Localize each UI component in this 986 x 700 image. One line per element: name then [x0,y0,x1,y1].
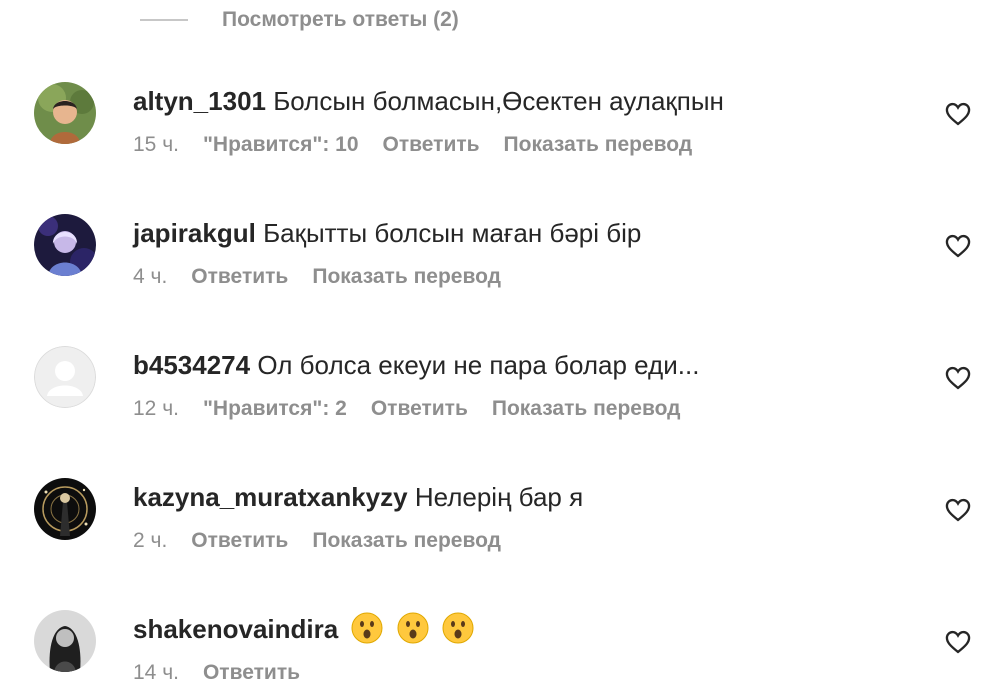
comment-text: Болсын болмасын,Өсектен аулақпын [273,86,724,116]
avatar[interactable] [34,82,96,144]
comment-username[interactable]: shakenovaindira [133,614,338,644]
surprised-face-emoji [442,612,474,644]
comment-likes-count[interactable]: "Нравится": 10 [203,132,359,158]
comments-thread: Посмотреть ответы (2) altyn_1301 Болсын … [0,0,986,700]
comment-meta: 4 ч. Ответить Показать перевод [133,264,906,290]
comment-item: b4534274 Ол болса екеуи не пара болар ед… [0,346,986,456]
surprised-face-emoji [351,612,383,644]
reply-button[interactable]: Ответить [371,396,468,422]
view-replies-button[interactable]: Посмотреть ответы (2) [140,6,459,34]
avatar[interactable] [34,610,96,672]
heart-outline-icon[interactable] [944,496,972,524]
comment-text-line: japirakgul Бақытты болсын маған бәрі бір [133,216,906,250]
comment-meta: 14 ч. Ответить [133,660,906,686]
comment-time[interactable]: 2 ч. [133,528,167,554]
heart-outline-icon[interactable] [944,100,972,128]
avatar[interactable] [34,478,96,540]
comment-username[interactable]: b4534274 [133,350,250,380]
comment-time[interactable]: 4 ч. [133,264,167,290]
comment-time[interactable]: 14 ч. [133,660,179,686]
comment-meta: 12 ч. "Нравится": 2 Ответить Показать пе… [133,396,906,422]
comment-username[interactable]: altyn_1301 [133,86,266,116]
comment-body: altyn_1301 Болсын болмасын,Өсектен аулақ… [133,84,906,158]
comment-text: Нелерің бар я [414,482,584,512]
replies-divider-line [140,19,188,21]
show-translation-button[interactable]: Показать перевод [312,264,501,290]
comment-meta: 15 ч. "Нравится": 10 Ответить Показать п… [133,132,906,158]
comment-body: kazyna_muratxankyzy Нелерің бар я 2 ч. О… [133,480,906,554]
show-translation-button[interactable]: Показать перевод [312,528,501,554]
comment-text: Ол болса екеуи не пара болар еди... [257,350,700,380]
comment-item: altyn_1301 Болсын болмасын,Өсектен аулақ… [0,82,986,192]
avatar[interactable] [34,346,96,408]
reply-button[interactable]: Ответить [191,264,288,290]
comment-text-line: b4534274 Ол болса екеуи не пара болар ед… [133,348,906,382]
reply-button[interactable]: Ответить [203,660,300,686]
view-replies-label: Посмотреть ответы (2) [222,8,459,31]
comment-item: kazyna_muratxankyzy Нелерің бар я 2 ч. О… [0,478,986,588]
heart-outline-icon[interactable] [944,628,972,656]
heart-outline-icon[interactable] [944,364,972,392]
surprised-face-emoji [397,612,429,644]
heart-outline-icon[interactable] [944,232,972,260]
show-translation-button[interactable]: Показать перевод [504,132,693,158]
comment-text-line: shakenovaindira [133,612,906,646]
show-translation-button[interactable]: Показать перевод [492,396,681,422]
comment-item: shakenovaindira 14 ч. Ответить [0,610,986,700]
comment-text-line: kazyna_muratxankyzy Нелерің бар я [133,480,906,514]
comment-body: shakenovaindira 14 ч. Ответить [133,612,906,686]
comment-text: Бақытты болсын маған бәрі бір [263,218,642,248]
reply-button[interactable]: Ответить [383,132,480,158]
comment-time[interactable]: 15 ч. [133,132,179,158]
comment-body: b4534274 Ол болса екеуи не пара болар ед… [133,348,906,422]
comment-likes-count[interactable]: "Нравится": 2 [203,396,347,422]
reply-button[interactable]: Ответить [191,528,288,554]
comment-username[interactable]: kazyna_muratxankyzy [133,482,408,512]
comment-username[interactable]: japirakgul [133,218,256,248]
comment-item: japirakgul Бақытты болсын маған бәрі бір… [0,214,986,324]
comment-text-line: altyn_1301 Болсын болмасын,Өсектен аулақ… [133,84,906,118]
avatar[interactable] [34,214,96,276]
comment-body: japirakgul Бақытты болсын маған бәрі бір… [133,216,906,290]
comment-time[interactable]: 12 ч. [133,396,179,422]
comment-meta: 2 ч. Ответить Показать перевод [133,528,906,554]
